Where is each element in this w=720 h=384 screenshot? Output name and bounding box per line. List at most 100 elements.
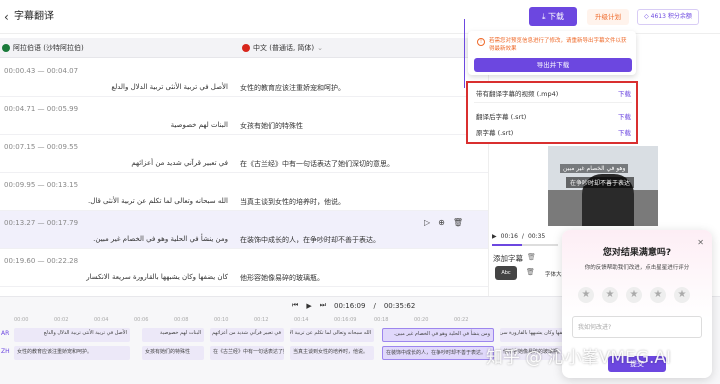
row-end-time: 00:17.79 bbox=[46, 219, 79, 227]
video-current-time: 00:16 bbox=[500, 232, 518, 240]
china-flag-icon bbox=[242, 44, 250, 52]
download-button[interactable]: ⤓ 下载 bbox=[529, 7, 577, 26]
chevron-left-icon[interactable]: ‹ bbox=[4, 10, 9, 24]
play-icon[interactable]: ▶ bbox=[492, 233, 497, 240]
row-start-time: 00:00.43 bbox=[4, 67, 36, 75]
translated-text[interactable]: 他形容她像易碎的玻璃瓶。 bbox=[240, 273, 324, 283]
timeline-tick: 00:12 bbox=[254, 317, 269, 323]
translated-text[interactable]: 在《古兰经》中有一句话表达了她们深切的意思。 bbox=[240, 159, 394, 169]
row-timecode: 00:13.27 — 00:17.79 bbox=[4, 219, 79, 227]
timeline-tick: 00:16:09 bbox=[334, 317, 357, 323]
video-progress-bar[interactable] bbox=[492, 244, 558, 246]
source-text[interactable]: في تعبير قرآني شديد من أعزائهم bbox=[131, 159, 228, 167]
subtitle-row[interactable]: 00:19.60 — 00:22.28 كان يضفها وكان يشبهها… bbox=[0, 249, 488, 287]
translate-icon[interactable]: ⊕ bbox=[438, 218, 445, 227]
survey-title: 您对结果满意吗? bbox=[602, 248, 672, 258]
source-text[interactable]: الأصل في تربية الأنثى تربية الدلال والدل… bbox=[111, 83, 228, 91]
upgrade-plan-button[interactable]: 升级计划 bbox=[587, 9, 629, 25]
credits-badge[interactable]: ◇ 4613 积分余额 bbox=[637, 9, 699, 25]
timeline-clip[interactable]: الأصل في تربية الأنثى تربية الدلال والدل… bbox=[14, 328, 130, 342]
translated-text[interactable]: 当真主谈到女性的培养时，他说。 bbox=[240, 197, 345, 207]
download-menu: 带有翻译字幕的视频 (.mp4) 下载 翻译后字幕 (.srt) 下载 原字幕 … bbox=[466, 81, 638, 144]
star-rating: ★ ★ ★ ★ ★ bbox=[578, 287, 690, 303]
timeline-tick: 00:04 bbox=[94, 317, 109, 323]
video-player-controls: ▶ 00:16 / 00:35 bbox=[492, 230, 562, 242]
track-label-source: AR bbox=[1, 330, 10, 337]
timeline-total-time: 00:35:62 bbox=[383, 301, 416, 310]
trash-icon[interactable]: 🗑 bbox=[453, 218, 463, 227]
subtitle-row[interactable]: 00:04.71 — 00:05.99 البنات لهم خصوصية 女孩有她… bbox=[0, 97, 488, 135]
export-download-button[interactable]: 导出并下载 bbox=[474, 58, 632, 72]
source-text[interactable]: الله سبحانه وتعالى لما تكلم عن تربية الأ… bbox=[88, 197, 228, 205]
row-start-time: 00:19.60 bbox=[4, 257, 36, 265]
time-separator: / bbox=[521, 232, 524, 240]
star-icon[interactable]: ★ bbox=[578, 287, 594, 303]
timeline-tick: 00:18 bbox=[374, 317, 389, 323]
subtitle-row[interactable]: 00:13.27 — 00:17.79 ومن ينشأ في الحلية وه… bbox=[0, 211, 488, 249]
download-translated-srt-link[interactable]: 下载 bbox=[618, 111, 631, 121]
source-language[interactable]: 阿拉伯语 (沙特阿拉伯) bbox=[2, 43, 84, 53]
source-text[interactable]: البنات لهم خصوصية bbox=[171, 121, 228, 129]
warning-icon: ! bbox=[477, 38, 485, 46]
row-start-time: 00:13.27 bbox=[4, 219, 36, 227]
target-language[interactable]: 中文 (普通话, 简体) ⌄ bbox=[242, 43, 323, 53]
timeline-clip[interactable]: 当真主谈到女性的培养时，他说。 bbox=[290, 346, 374, 360]
star-icon[interactable]: ★ bbox=[602, 287, 618, 303]
trash-icon[interactable]: 🗑 bbox=[526, 268, 535, 276]
page-title: 字幕翻译 bbox=[14, 11, 54, 22]
previous-icon[interactable]: ⏮ bbox=[292, 301, 298, 310]
app-root: ‹ 字幕翻译 ⤓ 下载 升级计划 ◇ 4613 积分余额 阿拉伯语 (沙特阿拉伯… bbox=[0, 0, 720, 384]
translated-text[interactable]: 女性的教育应该注重娇宠和呵护。 bbox=[240, 83, 345, 93]
play-icon[interactable]: ▷ bbox=[424, 218, 430, 227]
timeline-clip[interactable]: ومن ينشأ في الحلية وهو في الخصام غير مبي… bbox=[382, 328, 494, 342]
time-separator: / bbox=[373, 301, 376, 310]
star-icon[interactable]: ★ bbox=[626, 287, 642, 303]
timeline-tick: 00:14 bbox=[294, 317, 309, 323]
timeline-clip[interactable]: في تعبير قرآني شديد من أعزائهم bbox=[210, 328, 284, 342]
timeline-playhead[interactable] bbox=[464, 19, 465, 88]
source-text[interactable]: ومن ينشأ في الحلية وهو في الخصام غير مبي… bbox=[93, 235, 228, 243]
timeline-tick: 00:20 bbox=[414, 317, 429, 323]
timeline-tick: 00:06 bbox=[134, 317, 149, 323]
timeline-clip[interactable]: البنات لهم خصوصية bbox=[142, 328, 204, 342]
row-timecode: 00:09.95 — 00:13.15 bbox=[4, 181, 79, 189]
trash-icon[interactable]: 🗑 bbox=[527, 253, 536, 261]
download-mp4-link[interactable]: 下载 bbox=[618, 88, 631, 98]
language-header: 阿拉伯语 (沙特阿拉伯) 中文 (普通话, 简体) ⌄ bbox=[0, 38, 488, 58]
source-text[interactable]: كان يضفها وكان يشبهها بالقارورة سريعة ال… bbox=[86, 273, 228, 281]
timeline-tick: 00:02 bbox=[54, 317, 69, 323]
download-original-srt-link[interactable]: 下载 bbox=[618, 127, 631, 137]
timeline-controls: ⏮ ▶ ⏭ 00:16:09 / 00:35:62 bbox=[292, 301, 415, 310]
play-icon[interactable]: ▶ bbox=[306, 302, 311, 310]
timeline-clip[interactable]: 女性的教育应该注重娇宠和呵护。 bbox=[14, 346, 130, 360]
row-start-time: 00:04.71 bbox=[4, 105, 36, 113]
translated-text[interactable]: 女孩有她们的特殊性 bbox=[240, 121, 303, 131]
subtitle-row[interactable]: 00:00.43 — 00:04.07 الأصل في تربية الأنثى… bbox=[0, 59, 488, 97]
translated-text[interactable]: 在装饰中成长的人，在争吵时却不善于表达。 bbox=[240, 235, 380, 245]
survey-subtitle: 你的反馈帮助我们改进，点击星星进行评分 bbox=[584, 265, 690, 271]
subtitle-style-preset[interactable]: Abc bbox=[495, 266, 517, 280]
timeline-tick: 00:10 bbox=[214, 317, 229, 323]
star-icon[interactable]: ★ bbox=[674, 287, 690, 303]
chevron-down-icon: ⌄ bbox=[317, 44, 324, 52]
timeline-clip[interactable]: 在装饰中成长的人，在争吵时却不善于表达。 bbox=[382, 346, 494, 360]
feedback-input[interactable]: 我如何改进? bbox=[572, 316, 702, 338]
watermark: 知乎 @ 沁小峯VMEG.AI bbox=[486, 348, 672, 368]
add-subtitle-label: 添加字幕 bbox=[493, 254, 523, 263]
star-icon[interactable]: ★ bbox=[650, 287, 666, 303]
next-icon[interactable]: ⏭ bbox=[320, 301, 326, 310]
row-start-time: 00:09.95 bbox=[4, 181, 36, 189]
timeline-clip[interactable]: 女孩有她们的特殊性 bbox=[142, 346, 204, 360]
timeline-tick: 00:00 bbox=[14, 317, 29, 323]
row-start-time: 00:07.15 bbox=[4, 143, 36, 151]
timeline-clip[interactable]: الله سبحانه وتعالى لما تكلم عن تربية الأ… bbox=[290, 328, 374, 342]
row-end-time: 00:05.99 bbox=[46, 105, 79, 113]
source-language-label: 阿拉伯语 (沙特阿拉伯) bbox=[13, 44, 84, 52]
row-timecode: 00:07.15 — 00:09.55 bbox=[4, 143, 79, 151]
subtitle-row[interactable]: 00:07.15 — 00:09.55 في تعبير قرآني شديد م… bbox=[0, 135, 488, 173]
timeline-clip[interactable]: 在《古兰经》中有一句话表达了她们深切的意思。 bbox=[210, 346, 284, 360]
subtitle-row[interactable]: 00:09.95 — 00:13.15 الله سبحانه وتعالى لم… bbox=[0, 173, 488, 211]
target-language-label: 中文 (普通话, 简体) bbox=[253, 44, 315, 52]
credits-label: 4613 积分余额 bbox=[650, 13, 692, 20]
timeline-tick: 00:08 bbox=[174, 317, 189, 323]
